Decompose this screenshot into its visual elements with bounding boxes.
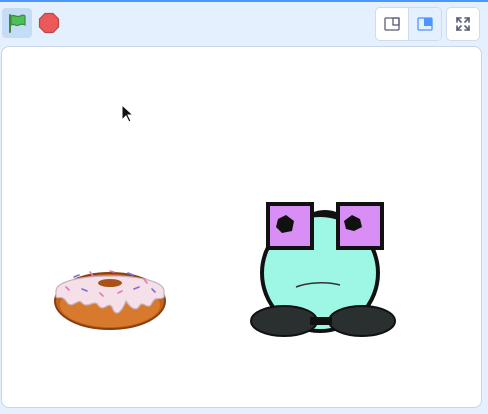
fullscreen-icon [456, 17, 470, 31]
large-stage-icon [417, 17, 433, 31]
green-flag-icon [9, 14, 26, 33]
donut-sprite[interactable] [52, 261, 168, 331]
green-flag-button[interactable] [2, 8, 32, 38]
large-stage-button[interactable] [409, 8, 441, 40]
stop-button[interactable] [34, 8, 64, 38]
stage-canvas[interactable] [1, 46, 482, 408]
stage-toolbar [0, 2, 488, 46]
cyan-creature-with-purple-glasses-sprite[interactable] [250, 201, 398, 339]
small-stage-icon [384, 17, 400, 31]
small-stage-button[interactable] [376, 8, 409, 40]
mouse-pointer-icon [121, 104, 135, 123]
stage-size-toggle [375, 7, 442, 41]
stop-sign-icon [38, 12, 60, 34]
fullscreen-button[interactable] [446, 7, 480, 41]
